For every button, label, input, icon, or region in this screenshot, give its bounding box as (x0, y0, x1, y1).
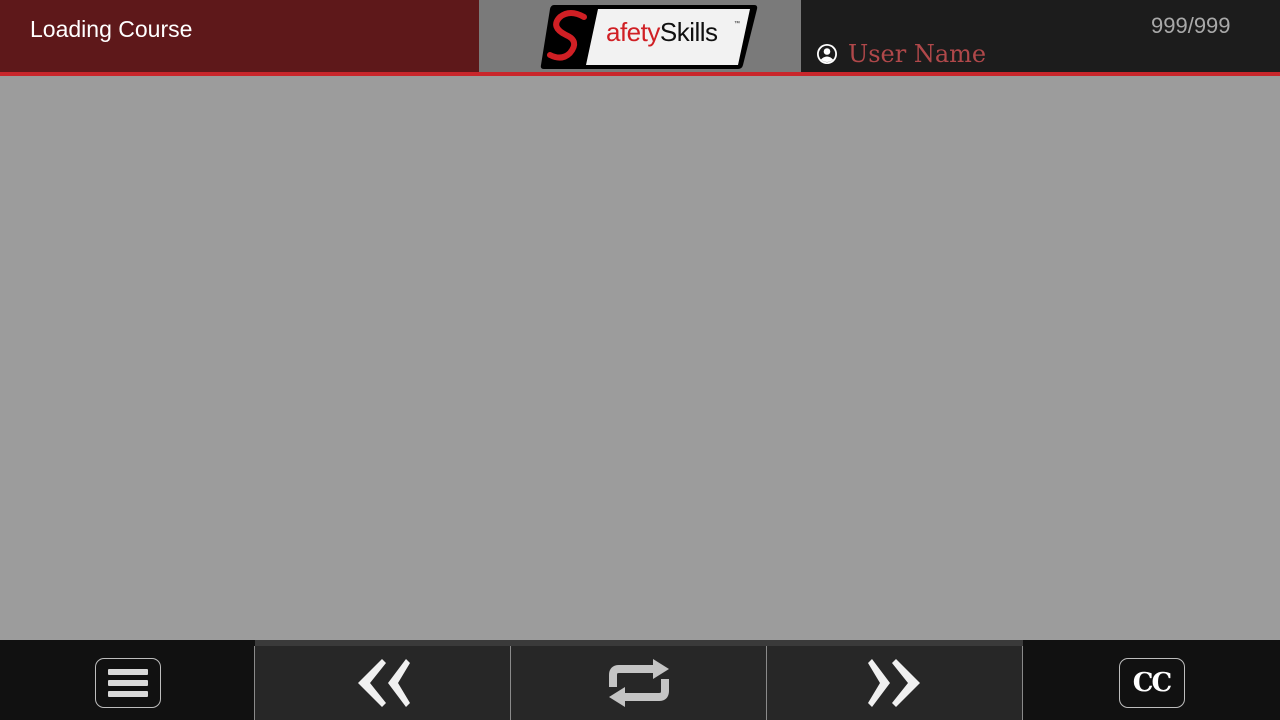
back-button[interactable] (255, 640, 511, 720)
safetyskills-logo: afetySkills ™ (540, 3, 758, 71)
course-title: Loading Course (30, 16, 193, 42)
menu-button[interactable] (0, 640, 255, 720)
top-bar: Loading Course afetySkills ™ 999/999 Use… (0, 0, 1280, 76)
double-chevron-right-icon (868, 659, 920, 707)
logo-trademark: ™ (734, 21, 740, 27)
logo-panel: afetySkills ™ (479, 0, 801, 72)
double-chevron-left-icon (358, 659, 410, 707)
replay-button[interactable] (511, 640, 767, 720)
page-counter: 999/999 (1151, 13, 1231, 38)
repeat-icon (609, 659, 669, 707)
hamburger-menu-icon (107, 669, 148, 697)
user-panel: 999/999 User Name (801, 0, 1280, 72)
cc-icon: CC (1118, 658, 1185, 708)
user-name: User Name (848, 40, 987, 68)
course-content-area (0, 76, 1280, 640)
course-title-panel: Loading Course (0, 0, 479, 72)
cc-label: CC (1132, 668, 1172, 698)
logo-afety: afety (606, 17, 660, 47)
navigation-bar: CC (0, 640, 1280, 720)
user-info: User Name (816, 40, 986, 68)
user-circle-icon (817, 44, 837, 64)
menu-button-frame (94, 658, 161, 708)
logo-wordmark: afetySkills (606, 17, 718, 48)
next-button[interactable] (767, 640, 1023, 720)
logo-skills: Skills (659, 17, 718, 47)
closed-captions-button[interactable]: CC (1023, 640, 1280, 720)
